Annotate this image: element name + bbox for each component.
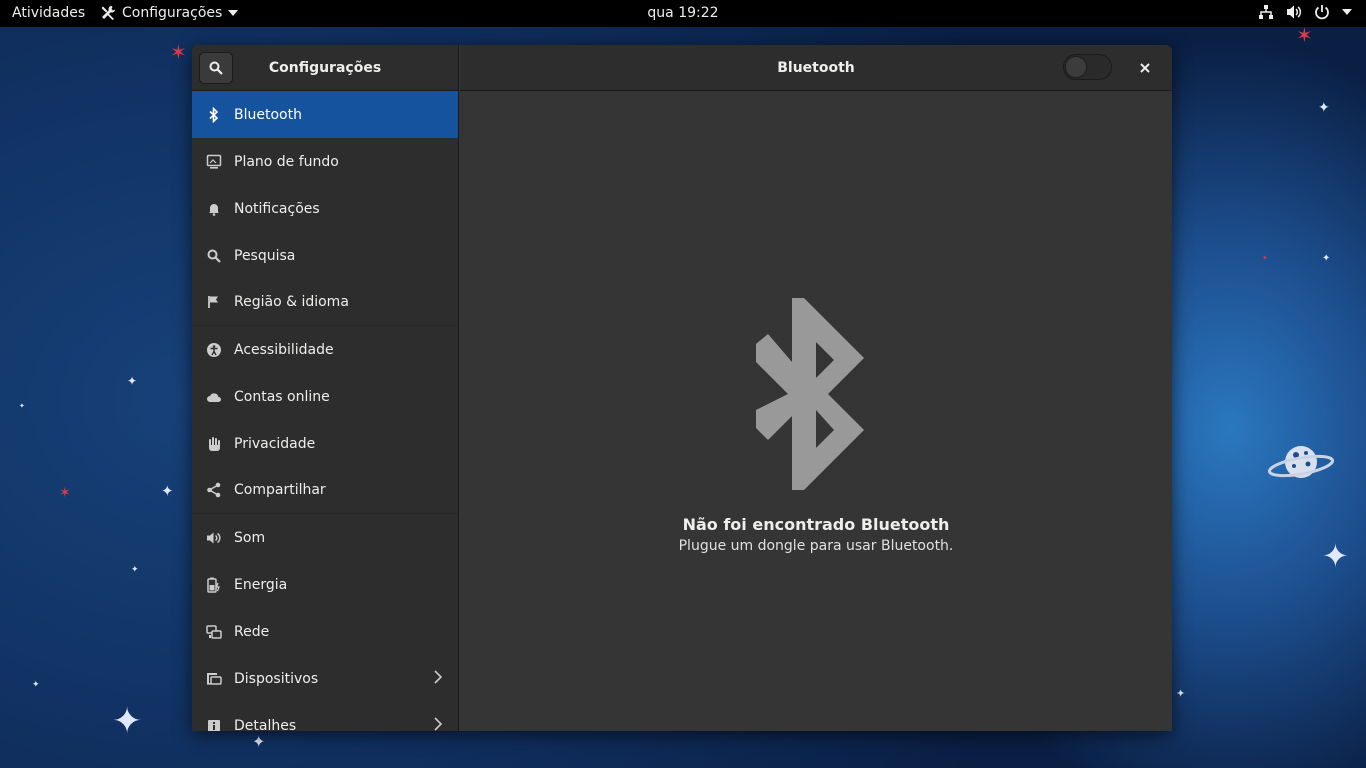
sidebar-item-notifications[interactable]: Notificações	[192, 185, 458, 232]
star-decoration: ✦	[127, 374, 138, 388]
system-tray[interactable]	[1258, 4, 1352, 20]
sidebar-item-label: Detalhes	[234, 717, 297, 732]
bluetooth-disabled-icon	[756, 298, 864, 490]
sidebar-item-accessibility[interactable]: Acessibilidade	[192, 326, 458, 373]
sidebar-item-label: Região & idioma	[234, 294, 349, 310]
search-icon	[209, 61, 223, 75]
sidebar-item-label: Energia	[234, 576, 288, 593]
star-decoration: ✶	[170, 40, 187, 64]
activities-button[interactable]: Atividades	[12, 5, 85, 21]
power-icon[interactable]	[1314, 4, 1330, 20]
star-decoration: ✦	[19, 402, 25, 410]
tools-icon	[101, 6, 115, 20]
background-icon	[206, 154, 222, 170]
search-icon	[206, 248, 222, 264]
bluetooth-panel: Não foi encontrado Bluetooth Plugue um d…	[460, 91, 1172, 731]
star-decoration: ✶	[1296, 23, 1313, 47]
accessibility-icon	[206, 342, 222, 358]
panel-header: Bluetooth	[460, 45, 1172, 91]
chevron-right-icon	[434, 670, 442, 684]
network-icon	[206, 624, 222, 640]
empty-state-subtitle: Plugue um dongle para usar Bluetooth.	[678, 538, 954, 554]
caret-down-icon[interactable]	[1342, 9, 1352, 15]
star-decoration: ✶	[59, 485, 71, 501]
devices-icon	[206, 671, 222, 687]
sidebar-item-label: Plano de fundo	[234, 153, 339, 170]
star-decoration: ✦	[1318, 100, 1330, 116]
sidebar-item-devices[interactable]: Dispositivos	[192, 655, 458, 702]
star-decoration: ✦	[1322, 253, 1331, 264]
flag-icon	[206, 294, 222, 310]
close-icon	[1140, 63, 1150, 73]
sidebar-item-label: Contas online	[234, 388, 330, 405]
sidebar-item-search[interactable]: Pesquisa	[192, 232, 458, 279]
toggle-knob	[1065, 56, 1087, 78]
sidebar-item-label: Acessibilidade	[234, 341, 334, 358]
star-decoration: ✦	[252, 732, 266, 751]
sidebar-item-online-accounts[interactable]: Contas online	[192, 373, 458, 420]
star-decoration: ✦	[1176, 687, 1186, 700]
sidebar-item-label: Rede	[234, 623, 270, 640]
sidebar-item-bluetooth[interactable]: Bluetooth	[192, 91, 458, 138]
star-decoration: ✦	[161, 482, 174, 500]
star-decoration: ✦	[112, 701, 143, 742]
sidebar-item-power[interactable]: Energia	[192, 561, 458, 608]
speaker-icon	[206, 530, 222, 546]
sidebar-item-privacy[interactable]: Privacidade	[192, 420, 458, 467]
star-decoration: ✦	[1322, 537, 1349, 575]
network-wired-icon[interactable]	[1258, 4, 1274, 20]
star-decoration: ✦	[32, 680, 40, 690]
sidebar-item-label: Som	[234, 529, 266, 546]
app-menu-label: Configurações	[122, 5, 223, 21]
sidebar-item-label: Notificações	[234, 200, 320, 217]
search-button[interactable]	[199, 52, 233, 84]
clock[interactable]: qua 19:22	[647, 5, 718, 21]
planet-logo	[1268, 446, 1334, 478]
hand-icon	[206, 436, 222, 452]
info-icon	[206, 718, 222, 731]
cloud-icon	[206, 389, 222, 405]
sidebar-item-sound[interactable]: Som	[192, 514, 458, 561]
bell-icon	[206, 201, 222, 217]
bluetooth-toggle[interactable]	[1063, 54, 1112, 80]
sidebar-item-region-language[interactable]: Região & idioma	[192, 279, 458, 326]
chevron-right-icon	[434, 717, 442, 731]
volume-icon[interactable]	[1286, 4, 1302, 20]
sidebar-item-label: Pesquisa	[234, 247, 296, 264]
sidebar-item-label: Compartilhar	[234, 482, 326, 498]
sidebar: Bluetooth Plano de fundo Notificações Pe…	[192, 91, 459, 731]
sidebar-item-label: Privacidade	[234, 435, 316, 452]
app-menu[interactable]: Configurações	[100, 5, 239, 21]
caret-down-icon	[228, 10, 239, 16]
sidebar-item-sharing[interactable]: Compartilhar	[192, 467, 458, 514]
star-decoration: ✦	[1262, 254, 1268, 262]
sidebar-title: Configurações	[268, 60, 382, 76]
settings-window: Configurações Bluetooth Bluetooth Plano …	[192, 45, 1172, 731]
bluetooth-icon	[206, 106, 222, 123]
sidebar-item-background[interactable]: Plano de fundo	[192, 138, 458, 185]
sidebar-header: Configurações	[192, 45, 459, 91]
top-bar: Atividades Configurações qua 19:22	[0, 0, 1366, 27]
sidebar-item-details[interactable]: Detalhes	[192, 702, 458, 731]
close-button[interactable]	[1132, 55, 1158, 81]
sidebar-item-label: Bluetooth	[234, 106, 302, 123]
empty-state-title: Não foi encontrado Bluetooth	[682, 515, 950, 534]
sidebar-item-network[interactable]: Rede	[192, 608, 458, 655]
share-icon	[206, 482, 222, 498]
battery-icon	[206, 577, 222, 593]
sidebar-item-label: Dispositivos	[234, 670, 319, 687]
star-decoration: ✦	[131, 565, 139, 575]
